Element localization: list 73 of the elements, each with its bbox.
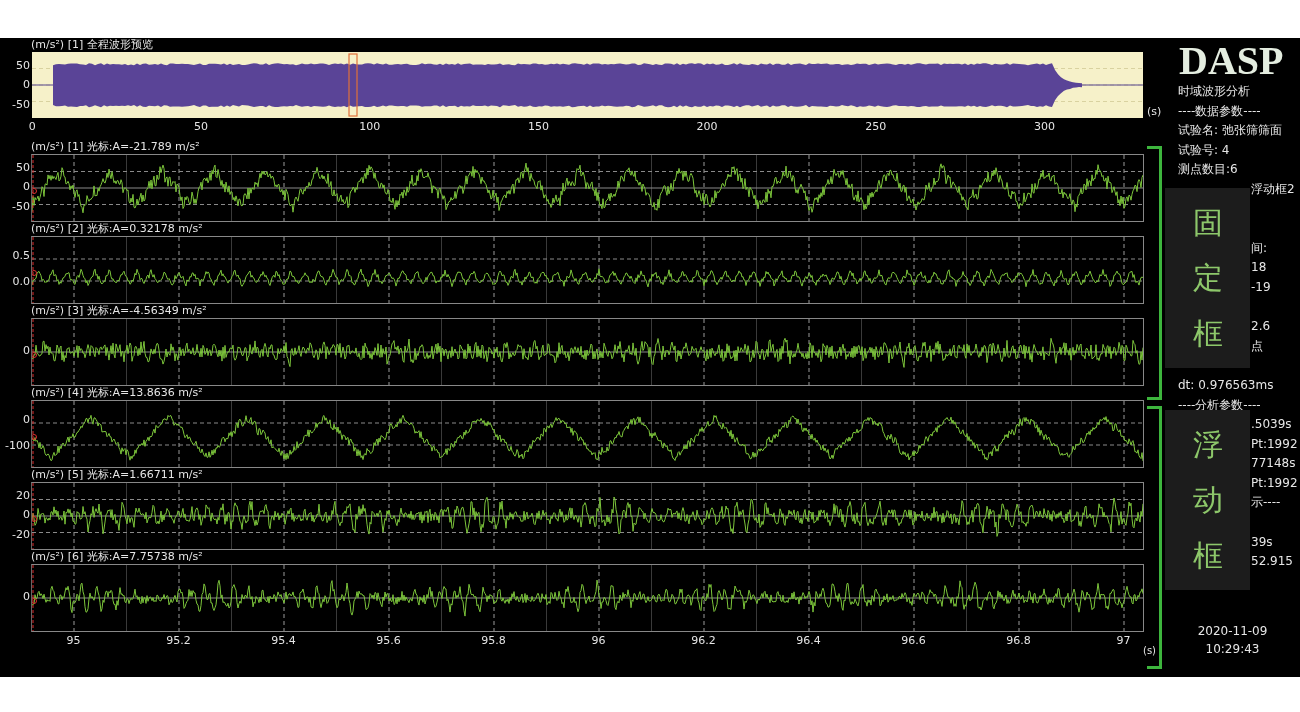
waveform-plot[interactable] (31, 400, 1144, 468)
y-tick-label: -50 (12, 98, 30, 111)
info-text: ----数据参数---- (1178, 102, 1261, 120)
waveform-plot[interactable] (31, 154, 1144, 222)
waveform-plot[interactable] (31, 236, 1144, 304)
x-tick-label: 96.8 (1006, 633, 1031, 649)
info-text: Pt:1992 (1251, 435, 1298, 453)
info-text: 18 (1251, 259, 1267, 277)
x-tick-label: 96.6 (901, 633, 926, 649)
y-tick-label: -50 (12, 200, 30, 213)
y-tick-label: 0 (23, 591, 30, 603)
y-tick-label: 0 (23, 181, 30, 193)
overlay-label: 固定框 (1165, 188, 1250, 368)
x-tick-label: 100 (359, 119, 381, 135)
info-text: 浮动框2 (1251, 180, 1295, 198)
x-tick-label: 96.4 (796, 633, 821, 649)
info-text: 试验号: 4 (1178, 141, 1230, 159)
info-text: dt: 0.976563ms (1178, 376, 1274, 394)
info-text: 77148s (1251, 455, 1296, 473)
info-text: 示---- (1251, 494, 1281, 512)
x-tick-label: 150 (527, 119, 549, 135)
x-tick-label: 95.2 (166, 633, 191, 649)
channel-label: (m/s²) [4] 光标:A=13.8636 m/s² (30, 386, 204, 400)
x-tick-label: 95 (66, 633, 81, 649)
y-tick-label: 0.5 (12, 250, 30, 262)
x-tick-label: 95.4 (271, 633, 296, 649)
channel-label: (m/s²) [3] 光标:A=-4.56349 m/s² (30, 304, 208, 318)
info-text: 试验名: 弛张筛筛面 (1178, 122, 1282, 140)
info-text: .5039s (1251, 416, 1292, 434)
overview-waveform[interactable] (32, 52, 1143, 118)
x-tick-label: 0 (28, 119, 36, 135)
y-tick-label: 0 (23, 345, 30, 357)
info-text: 测点数目:6 (1178, 161, 1238, 179)
x-tick-label: 95.8 (481, 633, 506, 649)
x-tick-label: 96 (591, 633, 606, 649)
x-tick-label: 200 (696, 119, 718, 135)
axis-unit: (s) (1146, 105, 1162, 118)
waveform-plot[interactable] (31, 564, 1144, 632)
x-tick-label: 300 (1033, 119, 1055, 135)
channel-label: (m/s²) [1] 光标:A=-21.789 m/s² (30, 140, 201, 154)
info-text: Pt:1992 (1251, 474, 1298, 492)
y-tick-label: -100 (5, 440, 30, 452)
time-text: 10:29:43 (1205, 640, 1260, 658)
x-tick-label: 97 (1116, 633, 1131, 649)
x-tick-label: 250 (865, 119, 887, 135)
channel-label: (m/s²) [5] 光标:A=1.66711 m/s² (30, 468, 204, 482)
y-tick-label: -20 (12, 528, 30, 541)
info-text: 52.915 (1251, 553, 1293, 571)
info-text: 点 (1251, 337, 1263, 355)
y-tick-label: 0 (23, 79, 30, 91)
channel-label: (m/s²) [2] 光标:A=0.32178 m/s² (30, 222, 204, 236)
axis-unit: (s) (1143, 644, 1156, 657)
waveform-plot[interactable] (31, 482, 1144, 550)
y-tick-label: 50 (16, 59, 30, 72)
x-tick-label: 50 (194, 119, 209, 135)
logo: DASP (1178, 40, 1284, 82)
info-text: 间: (1251, 239, 1268, 257)
y-tick-label: 0 (23, 414, 30, 426)
y-tick-label: 0 (23, 509, 30, 521)
x-tick-label: 96.2 (691, 633, 716, 649)
overlay-label: 浮动框 (1165, 410, 1250, 590)
info-text: 时域波形分析 (1178, 83, 1250, 100)
chart-title: (m/s²) [1] 全程波形预览 (30, 38, 154, 52)
info-text: -19 (1251, 278, 1271, 296)
date-text: 2020-11-09 (1197, 622, 1268, 640)
y-tick-label: 0.0 (12, 276, 30, 288)
channel-label: (m/s²) [6] 光标:A=7.75738 m/s² (30, 550, 204, 564)
y-tick-label: 50 (16, 161, 30, 174)
y-tick-label: 20 (16, 489, 30, 502)
waveform-plot[interactable] (31, 318, 1144, 386)
info-text: 39s (1251, 533, 1273, 551)
info-text: 2.6 (1251, 318, 1271, 336)
x-tick-label: 95.6 (376, 633, 401, 649)
